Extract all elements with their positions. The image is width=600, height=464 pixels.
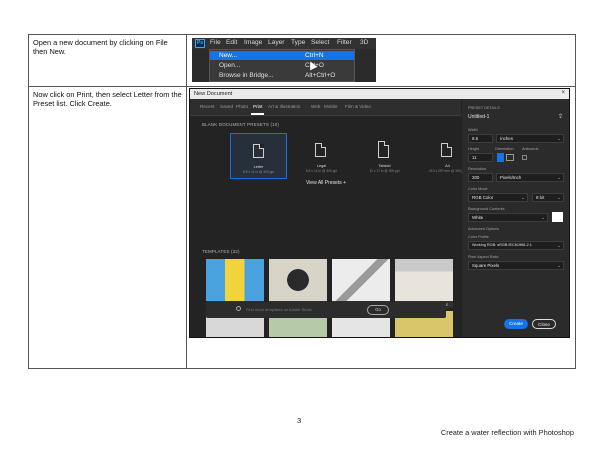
- menu-edit[interactable]: Edit: [226, 39, 237, 46]
- document-name-field[interactable]: Untitled-1: [468, 114, 489, 120]
- create-button[interactable]: Create: [504, 319, 528, 329]
- landscape-orientation-button[interactable]: [506, 154, 514, 161]
- document-icon: [253, 144, 264, 158]
- template-card[interactable]: Branded Can Mo...FREE: [206, 259, 264, 308]
- width-input[interactable]: 8.5: [468, 134, 493, 143]
- preset-dims: 11 x 17 in @ 300 ppi: [369, 169, 400, 173]
- tab-print[interactable]: Print: [253, 104, 262, 109]
- advanced-options-label[interactable]: Advanced Options: [468, 227, 499, 231]
- close-icon[interactable]: ×: [561, 90, 565, 96]
- dialog-title-bar: New Document ×: [190, 89, 569, 99]
- page-number: 3: [297, 416, 302, 425]
- height-label: Height: [468, 147, 479, 151]
- height-input[interactable]: 11: [468, 153, 493, 162]
- stock-search-bar[interactable]: Find more templates on Adobe Stock Go: [206, 302, 446, 318]
- tab-film-video[interactable]: Film & Video: [345, 104, 371, 109]
- templates-label: TEMPLATES (32): [202, 249, 240, 254]
- menu-bar: Ps File Edit Image Layer Type Select Fil…: [192, 38, 376, 49]
- document-icon: [441, 143, 452, 157]
- menu-select[interactable]: Select: [311, 39, 329, 46]
- resolution-label: Resolution: [468, 167, 486, 171]
- preset-tabs: Recent Saved Photo Print Art & Illustrat…: [190, 99, 461, 116]
- color-mode-label: Color Mode: [468, 187, 488, 191]
- tab-web[interactable]: Web: [311, 104, 320, 109]
- template-thumbnail: [395, 259, 453, 301]
- view-all-presets-link[interactable]: View All Presets +: [290, 180, 362, 186]
- tab-art-illustration[interactable]: Art & Illustration: [268, 104, 300, 109]
- template-thumbnail: [332, 259, 390, 301]
- preset-name: Legal: [316, 164, 327, 168]
- color-profile-label: Color Profile: [468, 235, 489, 239]
- menu-item-label: New...: [219, 51, 238, 59]
- new-document-dialog-screenshot: New Document × Recent Saved Photo Print …: [189, 88, 570, 338]
- color-mode-select[interactable]: RGB Color ⌄: [468, 193, 528, 202]
- preset-name: Letter: [253, 165, 264, 169]
- background-color-swatch[interactable]: [552, 212, 563, 222]
- blank-presets-label: BLANK DOCUMENT PRESETS (10): [202, 122, 280, 127]
- search-placeholder: Find more templates on Adobe Stock: [246, 307, 312, 312]
- instruction-table: Open a new document by clicking on File …: [28, 34, 576, 369]
- bit-depth-select[interactable]: 8 bit ⌄: [532, 193, 564, 202]
- background-contents-select[interactable]: White ⌄: [468, 213, 548, 222]
- row-divider: [29, 86, 575, 87]
- document-icon: [315, 143, 326, 157]
- preset-letter[interactable]: Letter 8.5 x 11 in @ 300 ppi: [230, 133, 287, 179]
- step-2-text: Now click on Print, then select Letter f…: [33, 90, 182, 108]
- template-card[interactable]: Notebook mo...FREE: [332, 259, 390, 308]
- tab-photo[interactable]: Photo: [236, 104, 248, 109]
- template-card[interactable]: Canvas Tote Bag Mo...FREE: [395, 259, 453, 308]
- step-1-text: Open a new document by clicking on File …: [33, 38, 168, 56]
- menu-type[interactable]: Type: [291, 39, 305, 46]
- go-button[interactable]: Go: [367, 305, 389, 315]
- color-profile-select[interactable]: Working RGB: sRGB IEC61966-2.1 ⌄: [468, 241, 564, 250]
- column-divider: [186, 35, 187, 368]
- pixel-aspect-label: Pixel Aspect Ratio: [468, 255, 499, 259]
- menu-layer[interactable]: Layer: [268, 39, 285, 46]
- pixel-aspect-select[interactable]: Square Pixels ⌄: [468, 261, 564, 270]
- artboards-label: Artboards: [522, 147, 539, 151]
- tab-recent[interactable]: Recent: [200, 104, 215, 109]
- menu-item-new[interactable]: New... Ctrl+N: [210, 51, 354, 60]
- menu-item-label: Open...: [219, 61, 241, 69]
- file-menu-dropdown: New... Ctrl+N Open... Ctrl+O Browse in B…: [209, 49, 355, 82]
- preset-details-panel: PRESET DETAILS Untitled-1 ⇪ Width 8.5 In…: [462, 99, 569, 337]
- menu-item-shortcut: Ctrl+N: [305, 51, 324, 59]
- resolution-unit-select[interactable]: Pixels/Inch ⌄: [496, 173, 564, 182]
- save-preset-icon[interactable]: ⇪: [558, 113, 563, 120]
- artboards-checkbox[interactable]: [522, 155, 527, 160]
- menu-image[interactable]: Image: [244, 39, 262, 46]
- preset-details-header: PRESET DETAILS: [468, 106, 500, 110]
- menu-item-label: Browse in Bridge...: [219, 71, 274, 79]
- photoshop-logo-icon: Ps: [195, 39, 205, 48]
- preset-dims: 8.5 x 11 in @ 300 ppi: [243, 170, 274, 174]
- preset-dims: 8.5 x 14 in @ 300 ppi: [305, 169, 338, 173]
- preset-name: Tabloid: [378, 164, 391, 168]
- document-icon: [378, 141, 389, 158]
- menu-screenshot: Ps File Edit Image Layer Type Select Fil…: [192, 38, 376, 82]
- active-tab-indicator: [251, 113, 264, 115]
- template-thumbnail: [269, 259, 327, 301]
- preset-legal[interactable]: Legal 8.5 x 14 in @ 300 ppi: [293, 133, 350, 179]
- menu-3d[interactable]: 3D: [360, 39, 368, 46]
- menu-item-browse-bridge[interactable]: Browse in Bridge... Alt+Ctrl+O: [210, 71, 354, 80]
- width-label: Width: [468, 128, 478, 132]
- page-footer: Create a water reflection with Photoshop: [440, 428, 574, 437]
- menu-item-shortcut: Alt+Ctrl+O: [305, 71, 336, 79]
- template-thumbnail: [206, 259, 264, 301]
- resolution-input[interactable]: 300: [468, 173, 493, 182]
- tab-saved[interactable]: Saved: [220, 104, 233, 109]
- close-button[interactable]: Close: [532, 319, 556, 329]
- width-unit-select[interactable]: Inches ⌄: [496, 134, 564, 143]
- orientation-label: Orientation: [495, 147, 514, 151]
- menu-item-open[interactable]: Open... Ctrl+O: [210, 61, 354, 70]
- search-icon: [236, 306, 241, 311]
- background-contents-label: Background Contents: [468, 207, 505, 211]
- template-card[interactable]: Artistic Glass BottlesFREE: [269, 259, 327, 308]
- preset-tabloid[interactable]: Tabloid 11 x 17 in @ 300 ppi: [356, 133, 413, 179]
- tab-mobile[interactable]: Mobile: [324, 104, 338, 109]
- menu-filter[interactable]: Filter: [337, 39, 352, 46]
- portrait-orientation-button[interactable]: [497, 153, 504, 162]
- menu-file[interactable]: File: [210, 39, 221, 46]
- dialog-title: New Document: [194, 91, 233, 97]
